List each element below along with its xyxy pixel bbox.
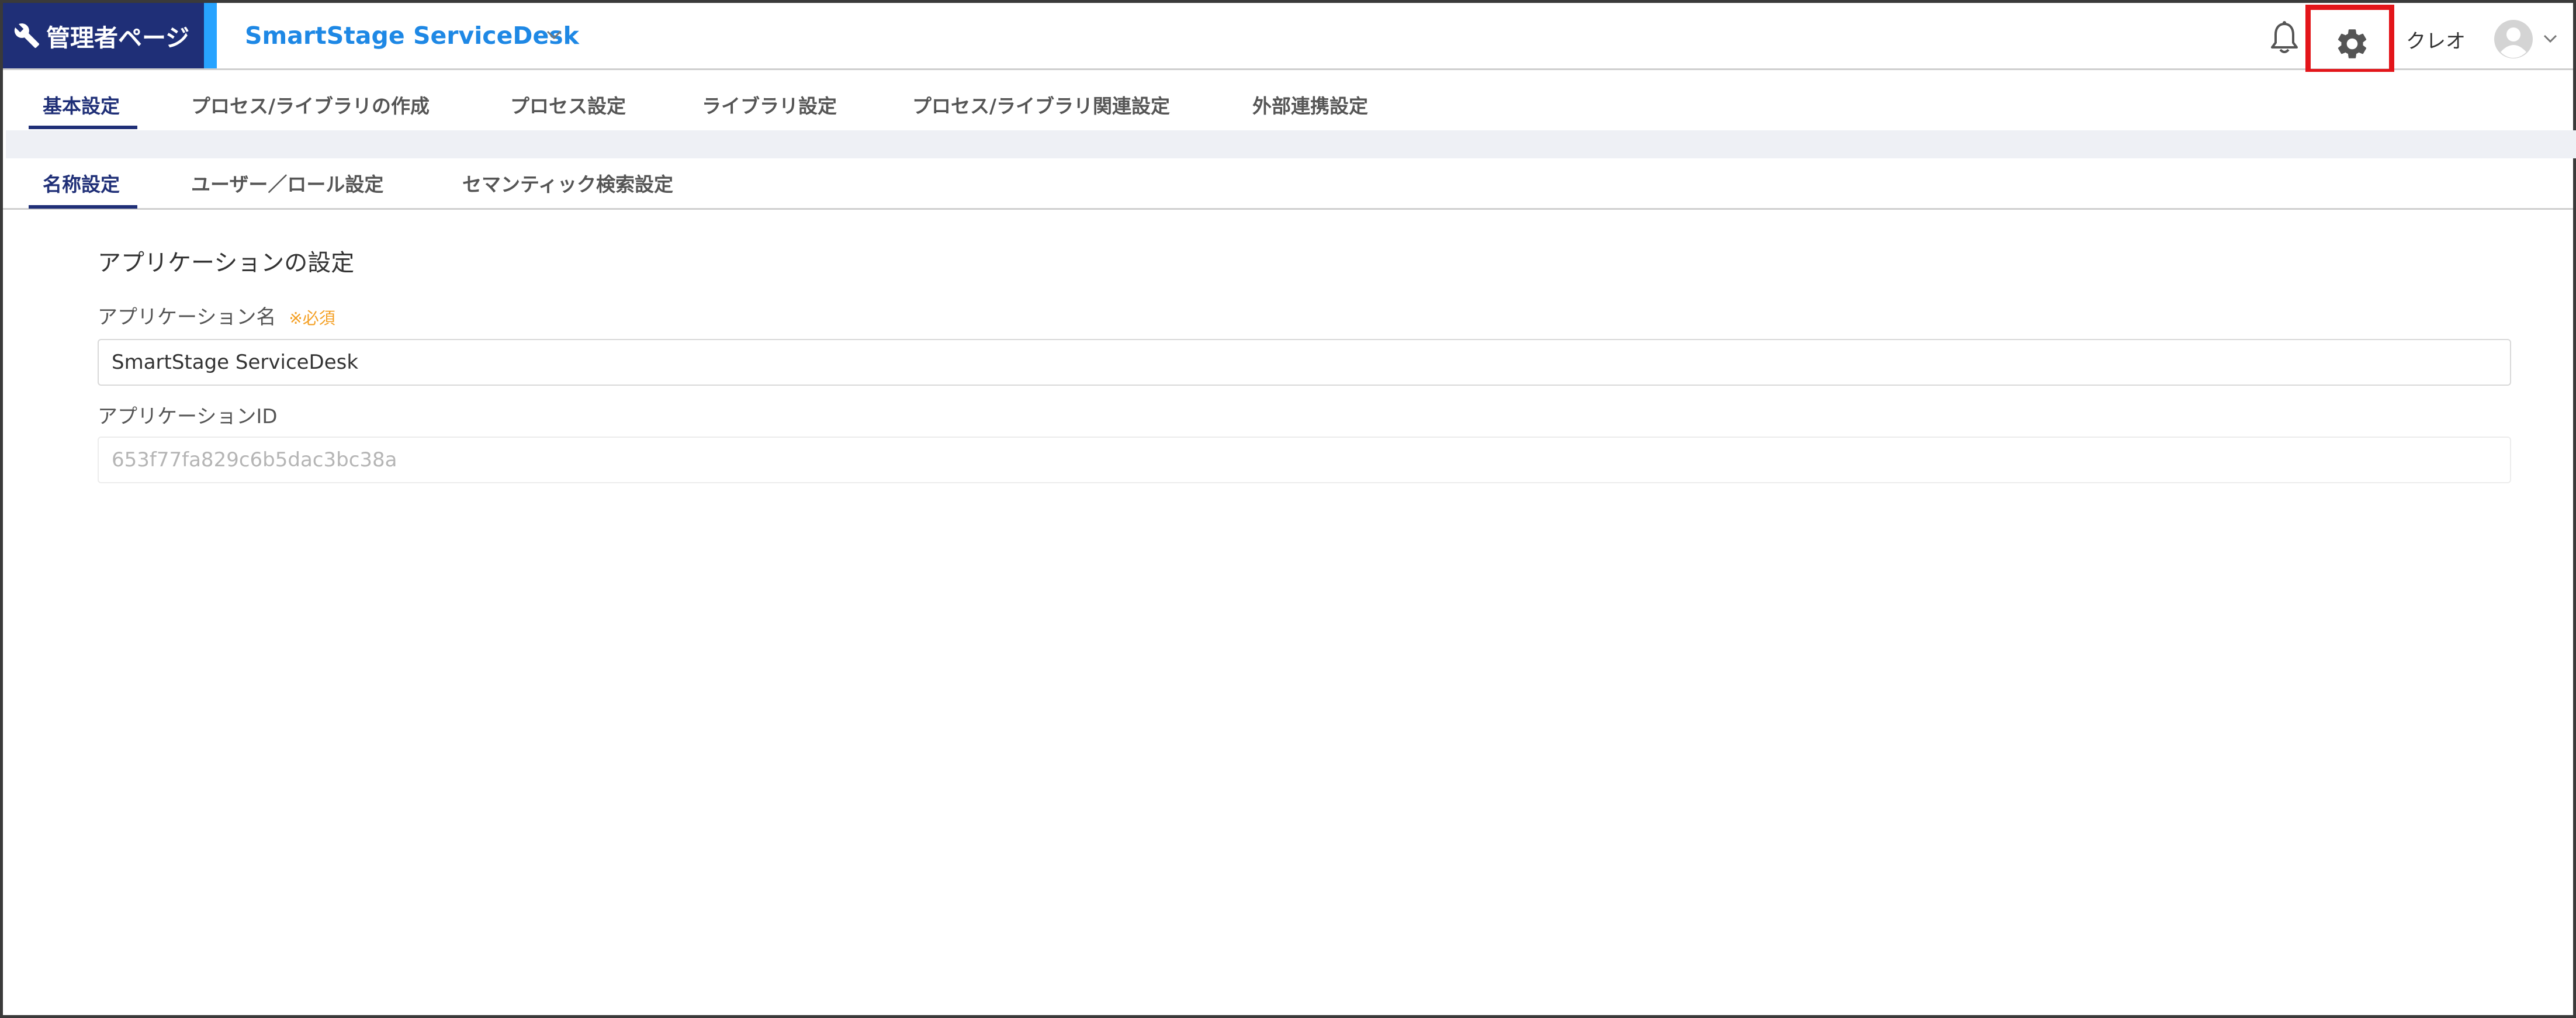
admin-page-label: 管理者ページ: [46, 24, 190, 52]
app-title[interactable]: SmartStage ServiceDesk: [245, 22, 579, 50]
bell-icon[interactable]: [2268, 20, 2301, 56]
wrench-icon: [14, 23, 40, 49]
app-window: 管理者ページ SmartStage ServiceDesk クレオ 基本設定 プ…: [0, 0, 2576, 1018]
subtab-semantic-search-settings[interactable]: セマンティック検索設定: [462, 169, 673, 197]
tab-library-settings[interactable]: ライブラリ設定: [702, 91, 837, 119]
tab-basic-settings[interactable]: 基本設定: [43, 91, 120, 119]
app-name-label-row: アプリケーション名 ※必須: [98, 301, 335, 330]
app-id-input: [98, 437, 2511, 483]
admin-page-badge[interactable]: 管理者ページ: [3, 3, 204, 68]
active-tab-indicator: [29, 126, 137, 129]
chevron-down-icon[interactable]: [545, 29, 563, 41]
main-tab-bar: 基本設定 プロセス/ライブラリの作成 プロセス設定 ライブラリ設定 プロセス/ラ…: [3, 72, 2573, 130]
top-header: 管理者ページ SmartStage ServiceDesk クレオ: [3, 3, 2573, 74]
tab-external-integration[interactable]: 外部連携設定: [1252, 91, 1368, 119]
user-name[interactable]: クレオ: [2406, 25, 2466, 54]
section-divider: [6, 130, 2576, 158]
gear-icon[interactable]: [2334, 26, 2370, 62]
app-id-label: アプリケーションID: [98, 405, 278, 428]
tab-process-library-create[interactable]: プロセス/ライブラリの作成: [191, 91, 430, 119]
section-title: アプリケーションの設定: [98, 250, 355, 276]
required-mark: ※必須: [289, 309, 335, 328]
active-subtab-indicator: [29, 205, 137, 209]
app-name-input[interactable]: [98, 339, 2511, 386]
tab-process-settings[interactable]: プロセス設定: [510, 91, 626, 119]
chevron-down-icon[interactable]: [2543, 33, 2558, 44]
subtab-user-role-settings[interactable]: ユーザー／ロール設定: [191, 169, 383, 197]
settings-button-highlight[interactable]: [2305, 5, 2394, 74]
user-avatar-icon[interactable]: [2494, 19, 2533, 59]
sub-tab-bar: 名称設定 ユーザー／ロール設定 セマンティック検索設定: [3, 158, 2573, 210]
app-name-label: アプリケーション名: [98, 306, 276, 329]
tab-process-library-relation[interactable]: プロセス/ライブラリ関連設定: [912, 91, 1170, 119]
accent-strip: [204, 3, 217, 68]
subtab-name-settings[interactable]: 名称設定: [43, 169, 120, 197]
